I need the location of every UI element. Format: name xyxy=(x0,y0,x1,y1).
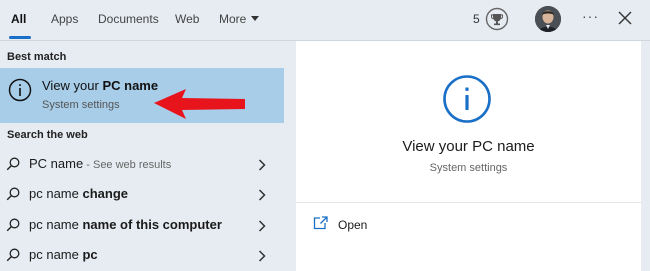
tab-more-label: More xyxy=(219,12,247,26)
divider xyxy=(296,202,641,203)
tab-apps[interactable]: Apps xyxy=(51,12,78,26)
web-result-label: pc name pc xyxy=(29,247,98,262)
detail-title: View your PC name xyxy=(402,138,535,155)
best-match-heading: Best match xyxy=(7,51,67,63)
web-result-text: pc name xyxy=(29,186,83,201)
web-result-bold: name of this computer xyxy=(82,217,222,232)
web-result-label: pc name name of this computer xyxy=(29,217,222,232)
web-result-bold: change xyxy=(82,186,128,201)
search-filter-bar: All Apps Documents Web More 5 ··· xyxy=(0,0,650,41)
result-detail-pane: View your PC name System settings Open xyxy=(296,41,641,271)
search-icon xyxy=(6,218,20,232)
detail-subtitle: System settings xyxy=(429,162,508,174)
web-result-label: PC name - See web results xyxy=(29,156,171,171)
active-tab-indicator xyxy=(9,36,31,39)
chevron-right-icon xyxy=(258,220,266,232)
web-result-label: pc name change xyxy=(29,186,128,201)
web-result-hint: - See web results xyxy=(83,159,172,171)
web-result-row[interactable]: pc name name of this computer xyxy=(0,210,284,240)
info-icon xyxy=(8,78,32,102)
more-options-button[interactable]: ··· xyxy=(582,8,599,24)
caret-down-icon xyxy=(251,16,260,22)
web-result-text: pc name xyxy=(29,247,83,262)
best-match-subtitle: System settings xyxy=(42,99,120,111)
web-result-text: PC name xyxy=(29,156,84,171)
best-match-title-prefix: View your xyxy=(42,78,103,93)
best-match-result[interactable]: View your PC name System settings xyxy=(0,68,284,123)
chevron-right-icon xyxy=(258,250,266,262)
tab-web[interactable]: Web xyxy=(175,12,199,26)
web-result-row[interactable]: PC name - See web results xyxy=(0,149,284,179)
search-icon xyxy=(6,187,20,201)
open-button[interactable]: Open xyxy=(338,218,367,232)
web-result-bold: pc xyxy=(82,247,98,262)
search-web-heading: Search the web xyxy=(7,129,88,141)
red-annotation-arrow-icon xyxy=(154,89,245,119)
chevron-right-icon xyxy=(258,159,266,171)
user-avatar[interactable] xyxy=(535,6,561,32)
tab-all[interactable]: All xyxy=(11,12,26,26)
results-pane: Best match View your PC name System sett… xyxy=(0,41,284,271)
search-icon xyxy=(6,248,20,262)
open-icon[interactable] xyxy=(313,216,328,230)
trophy-icon[interactable] xyxy=(485,7,509,31)
search-icon xyxy=(6,157,20,171)
web-result-row[interactable]: pc name pc xyxy=(0,240,284,270)
web-result-text: pc name xyxy=(29,217,83,232)
tab-documents[interactable]: Documents xyxy=(98,12,159,26)
tab-more[interactable]: More xyxy=(219,12,260,26)
chevron-right-icon xyxy=(258,189,266,201)
close-icon[interactable] xyxy=(618,11,632,25)
best-match-title-bold: PC name xyxy=(102,78,159,93)
rewards-points: 5 xyxy=(473,12,480,26)
info-icon xyxy=(443,75,491,123)
web-result-row[interactable]: pc name change xyxy=(0,179,284,209)
best-match-title: View your PC name xyxy=(42,78,158,93)
